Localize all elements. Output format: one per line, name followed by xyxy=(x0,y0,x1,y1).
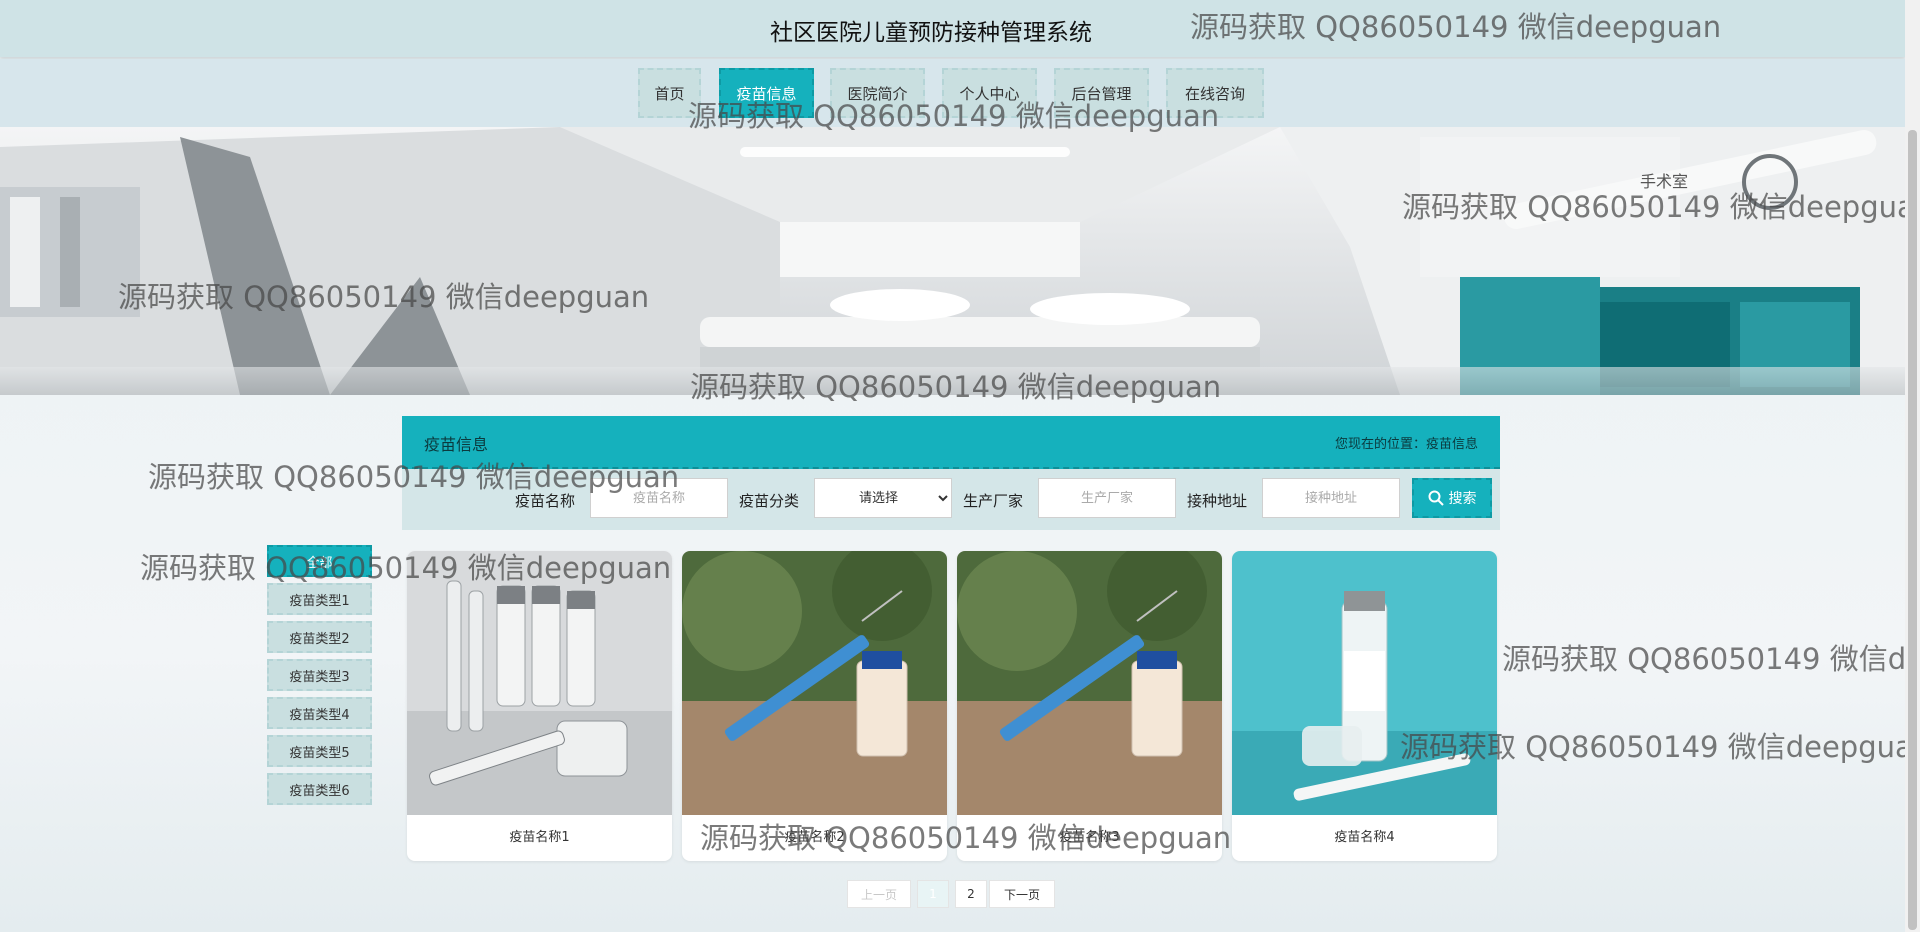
nav-item-home[interactable]: 首页 xyxy=(638,68,701,118)
banner-operating-room-image: 手术室 xyxy=(0,127,1905,395)
influenza-vaccine-image xyxy=(1232,551,1497,815)
vaccine-vials-image xyxy=(407,551,672,815)
section-header: 疫苗信息 您现在的位置：疫苗信息 xyxy=(402,416,1500,469)
next-page-button[interactable]: 下一页 xyxy=(989,880,1055,908)
search-button[interactable]: 搜索 xyxy=(1412,478,1492,518)
category-type-6[interactable]: 疫苗类型6 xyxy=(267,773,372,805)
vaccine-card-title: 疫苗名称3 xyxy=(1059,830,1120,845)
vaccine-card-title: 疫苗名称4 xyxy=(1334,830,1395,845)
hero-banner: 手术室 xyxy=(0,127,1905,395)
category-type-1[interactable]: 疫苗类型1 xyxy=(267,583,372,615)
search-button-label: 搜索 xyxy=(1448,491,1477,507)
nav-item-online-consult[interactable]: 在线咨询 xyxy=(1166,68,1264,118)
page-scrollbar[interactable] xyxy=(1905,0,1920,932)
syringe-vial-image xyxy=(682,551,947,815)
category-type-5[interactable]: 疫苗类型5 xyxy=(267,735,372,767)
vaccine-category-select[interactable]: 请选择 xyxy=(814,478,952,518)
site-title: 社区医院儿童预防接种管理系统 xyxy=(770,20,1092,46)
breadcrumb: 您现在的位置：疫苗信息 xyxy=(1334,437,1478,452)
nav-item-vaccine-info[interactable]: 疫苗信息 xyxy=(719,68,814,118)
nav-item-admin[interactable]: 后台管理 xyxy=(1054,68,1149,118)
search-bar: 疫苗名称 疫苗分类 请选择 生产厂家 接种地址 搜索 xyxy=(402,469,1500,530)
category-type-3[interactable]: 疫苗类型3 xyxy=(267,659,372,691)
vaccine-card[interactable]: 疫苗名称2 xyxy=(682,551,947,861)
site-header: 社区医院儿童预防接种管理系统 xyxy=(0,0,1905,57)
main-nav: 首页 疫苗信息 医院简介 个人中心 后台管理 在线咨询 xyxy=(0,59,1905,127)
vaccine-card-title: 疫苗名称2 xyxy=(784,830,845,845)
vaccine-name-input[interactable] xyxy=(590,478,728,518)
search-icon xyxy=(1428,490,1444,506)
page-1-button[interactable]: 1 xyxy=(917,880,949,908)
category-all[interactable]: 全部 xyxy=(267,545,372,577)
category-type-4[interactable]: 疫苗类型4 xyxy=(267,697,372,729)
category-type-2[interactable]: 疫苗类型2 xyxy=(267,621,372,653)
vaccine-card[interactable]: 疫苗名称4 xyxy=(1232,551,1497,861)
banner-sign: 手术室 xyxy=(1640,172,1688,191)
manufacturer-input[interactable] xyxy=(1038,478,1176,518)
page-2-button[interactable]: 2 xyxy=(955,880,987,908)
vaccine-list-panel: 疫苗信息 您现在的位置：疫苗信息 疫苗名称 疫苗分类 请选择 生产厂家 接种地址… xyxy=(402,416,1500,530)
vaccine-card[interactable]: 疫苗名称1 xyxy=(407,551,672,861)
watermark-text: 源码获取 QQ86050149 微信deepguan xyxy=(1502,642,1920,676)
vaccine-card[interactable]: 疫苗名称3 xyxy=(957,551,1222,861)
prev-page-button[interactable]: 上一页 xyxy=(847,880,911,908)
syringe-vial-image xyxy=(957,551,1222,815)
vaccine-name-label: 疫苗名称 xyxy=(515,492,576,510)
nav-item-hospital-intro[interactable]: 医院简介 xyxy=(830,68,925,118)
vaccination-address-input[interactable] xyxy=(1262,478,1400,518)
section-title: 疫苗信息 xyxy=(424,435,489,454)
nav-item-personal-center[interactable]: 个人中心 xyxy=(942,68,1037,118)
vaccine-category-label: 疫苗分类 xyxy=(739,492,800,510)
scrollbar-thumb[interactable] xyxy=(1908,130,1917,930)
vaccine-card-title: 疫苗名称1 xyxy=(509,830,570,845)
manufacturer-label: 生产厂家 xyxy=(963,492,1024,510)
vaccination-address-label: 接种地址 xyxy=(1187,492,1248,510)
